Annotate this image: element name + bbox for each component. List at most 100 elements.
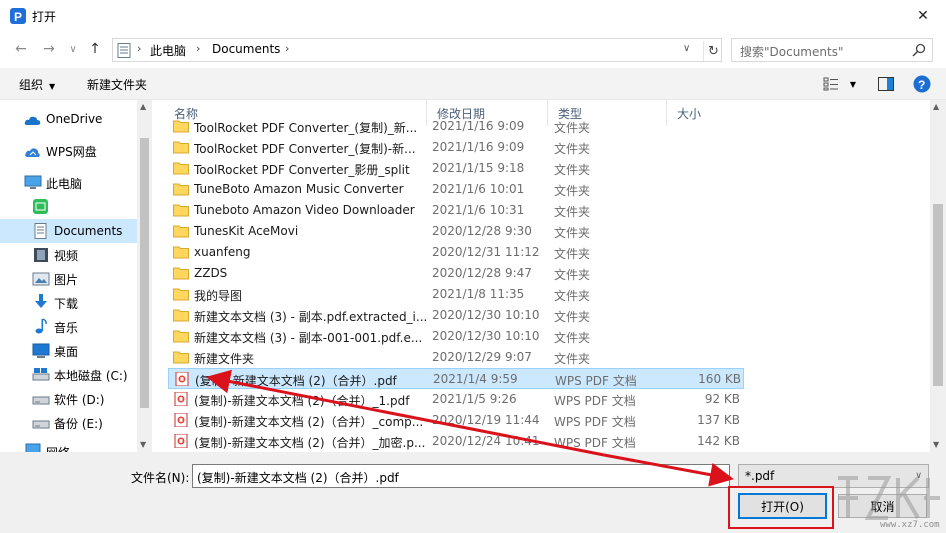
sidebar-item-drive-c[interactable]: 本地磁盘 (C:) [0,363,137,387]
scrollbar-thumb[interactable] [140,138,149,408]
file-row[interactable]: (复制)-新建文本文档 (2)（合并）_1.pdf 2021/1/5 9:26 WP… [168,389,744,410]
caret-down-icon: ▼ [49,82,56,91]
folder-row[interactable]: 新建文本文档 (3) - 副本-001-001.pdf.e... 2020/12/… [168,326,744,347]
scroll-down-icon[interactable]: ▼ [140,440,146,449]
folder-icon [173,330,189,343]
sidebar-item-desktop[interactable]: 桌面 [0,339,137,363]
sidebar-item-pictures[interactable]: 图片 [0,267,137,291]
documents-icon [34,223,47,239]
sidebar-item-drive-d[interactable]: 软件 (D:) [0,387,137,411]
breadcrumb-separator[interactable]: › [285,42,289,55]
folder-icon [173,309,189,322]
scrollbar-thumb[interactable] [933,204,943,386]
back-button[interactable]: ← [10,38,32,60]
sidebar-item-onedrive[interactable]: OneDrive [0,107,137,131]
view-dropdown-icon[interactable]: ▼ [846,75,860,93]
up-button[interactable]: ↑ [84,38,106,60]
navigation-pane: OneDrive WPS网盘 此电脑 Documents 视频 图片 下载 音乐… [0,100,152,452]
folder-row[interactable]: 新建文件夹 2020/12/29 9:07 文件夹 [168,347,744,368]
close-icon: ✕ [917,8,929,24]
file-date: 2021/1/4 9:59 [433,372,518,386]
search-box[interactable]: 搜索"Documents" [731,38,933,62]
folder-row[interactable]: ToolRocket PDF Converter_(复制)_新... 2021/1… [168,116,744,137]
help-button[interactable]: ? [912,75,932,93]
file-name: (复制)-新建文本文档 (2)（合并）.pdf [195,374,397,388]
file-name: ToolRocket PDF Converter_影册_split [194,163,410,177]
folder-row[interactable]: 我的导图 2021/1/8 11:35 文件夹 [168,284,744,305]
file-name: (复制)-新建文本文档 (2)（合并）_1.pdf [194,394,410,408]
scroll-up-icon[interactable]: ▲ [140,102,146,111]
file-size: 137 KB [697,413,740,427]
file-date: 2020/12/30 10:10 [432,329,540,343]
file-type: 文件夹 [554,352,591,366]
sidebar-item-network[interactable]: 网络 [0,440,137,452]
sidebar-item-wps-cloud[interactable]: WPS网盘 [0,139,137,163]
sidebar-item-videos[interactable]: 视频 [0,243,137,267]
pdf-file-icon [174,413,188,427]
address-dropdown-icon[interactable]: ∨ [683,43,690,54]
refresh-icon: ↻ [708,43,719,59]
filename-input[interactable]: (复制)-新建文本文档 (2)（合并）.pdf ∨ [192,464,730,488]
folder-row[interactable]: TuneBoto Amazon Music Converter 2021/1/6 … [168,179,744,200]
network-icon [25,443,41,452]
folder-row[interactable]: TunesKit AceMovi 2020/12/28 9:30 文件夹 [168,221,744,242]
file-type: 文件夹 [554,247,591,261]
breadcrumb-separator[interactable]: › [137,42,141,55]
folder-row[interactable]: ToolRocket PDF Converter_(复制)-新... 2021/1… [168,137,744,158]
new-folder-button[interactable]: 新建文件夹 [87,76,147,93]
chevron-down-icon[interactable]: ∨ [716,471,723,481]
sidebar-item-label: Documents [54,224,123,238]
file-row[interactable]: (复制)-新建文本文档 (2)（合并）_加密.p... 2020/12/24 10… [168,431,744,452]
wps-cloud-icon [25,148,40,157]
breadcrumb-separator[interactable]: › [196,42,200,55]
sidebar-item-documents[interactable]: Documents [0,219,137,243]
preview-pane-icon [878,77,894,91]
sidebar-item-wps-app[interactable] [0,195,137,219]
file-type: 文件夹 [554,163,591,177]
preview-pane-button[interactable] [876,75,896,93]
file-type: WPS PDF 文档 [554,436,636,450]
address-bar[interactable]: › 此电脑 › Documents › ∨ ↻ [112,38,722,62]
file-name: 新建文件夹 [194,352,255,366]
sidebar-item-drive-e[interactable]: 备份 (E:) [0,411,137,435]
forward-button[interactable]: → [38,38,60,60]
refresh-button[interactable]: ↻ [703,41,723,61]
file-date: 2021/1/16 9:09 [432,140,525,154]
organize-menu[interactable]: 组织 ▼ [19,76,55,93]
sidebar-item-this-pc[interactable]: 此电脑 [0,171,137,195]
sidebar-item-downloads[interactable]: 下载 [0,291,137,315]
file-name: TunesKit AceMovi [194,224,299,238]
sidebar-item-label: 下载 [54,296,79,311]
file-name: ZZDS [194,266,228,280]
watermark-text: www.xz7.com [880,520,940,530]
file-row[interactable]: (复制)-新建文本文档 (2)（合并）_comp... 2020/12/19 11… [168,410,744,431]
folder-row[interactable]: ZZDS 2020/12/28 9:47 文件夹 [168,263,744,284]
organize-label: 组织 [19,78,44,92]
window-title: 打开 [32,10,57,24]
onedrive-icon [24,116,41,125]
close-button[interactable]: ✕ [900,0,946,32]
file-type: 文件夹 [554,310,591,324]
folder-icon [173,246,189,259]
svg-text:?: ? [918,78,925,92]
folder-row[interactable]: xuanfeng 2020/12/31 11:12 文件夹 [168,242,744,263]
folder-row[interactable]: 新建文本文档 (3) - 副本.pdf.extracted_i... 2020/1… [168,305,744,326]
scroll-down-icon[interactable]: ▼ [933,440,939,449]
file-list-scrollbar[interactable]: ▲ ▼ [930,100,946,452]
folder-row[interactable]: ToolRocket PDF Converter_影册_split 2021/1/… [168,158,744,179]
sidebar-item-music[interactable]: 音乐 [0,315,137,339]
recent-locations-button[interactable]: ∨ [62,38,84,60]
sidebar-item-label: 网络 [46,444,70,453]
download-icon [35,294,47,308]
computer-icon [24,175,42,189]
folder-row[interactable]: Tuneboto Amazon Video Downloader 2021/1/6… [168,200,744,221]
navigation-pane-scrollbar[interactable]: ▲ ▼ [137,100,152,452]
scroll-up-icon[interactable]: ▲ [933,102,939,111]
drive-icon [32,396,50,405]
breadcrumb-this-pc[interactable]: 此电脑 [150,42,186,59]
view-options-button[interactable] [820,75,842,93]
breadcrumb-documents[interactable]: Documents [212,42,280,56]
file-row[interactable]: (复制)-新建文本文档 (2)（合并）.pdf 2021/1/4 9:59 WPS … [168,368,744,389]
file-type: 文件夹 [554,226,591,240]
file-list: 名称 ^ 修改日期 类型 大小 ToolRocket PDF Converter… [156,100,930,452]
